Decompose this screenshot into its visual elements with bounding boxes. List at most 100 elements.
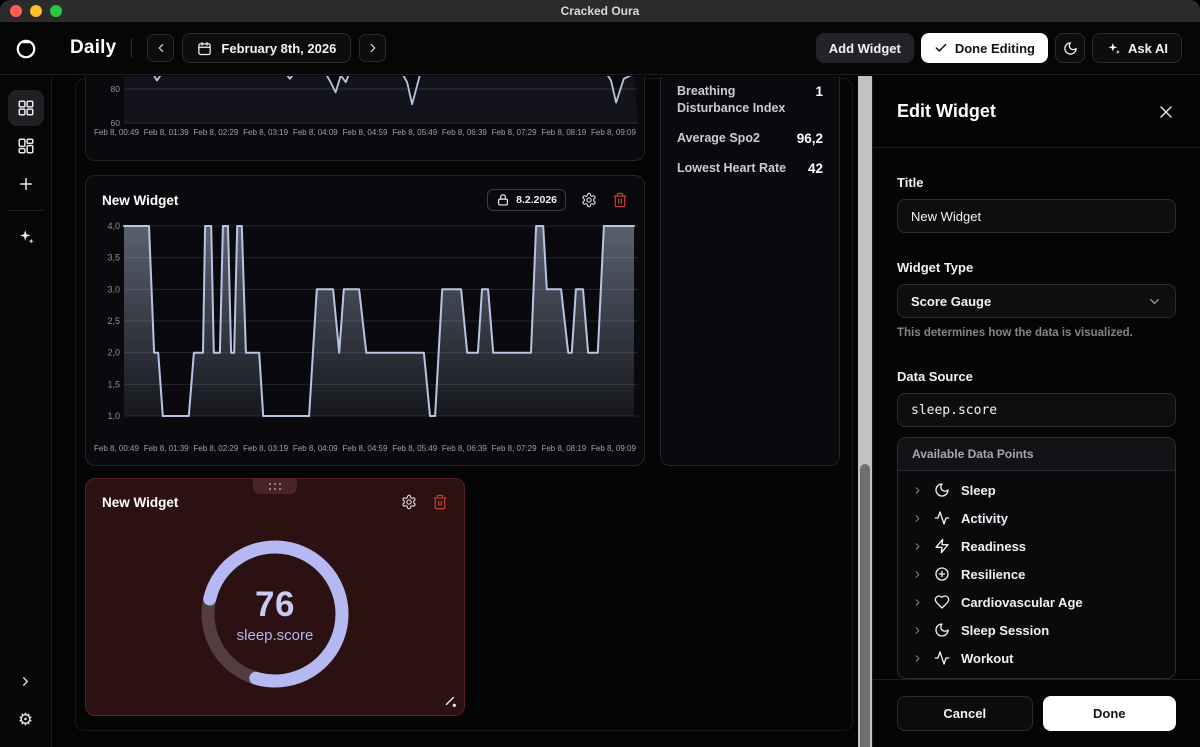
- data-points-header: Available Data Points: [898, 438, 1175, 471]
- sleep-stage-x-axis: Feb 8, 00:49Feb 8, 01:39Feb 8, 02:29Feb …: [94, 444, 636, 453]
- gauge-metric-label: sleep.score: [237, 627, 314, 644]
- chevron-right-icon: [912, 513, 923, 524]
- x-tick-label: Feb 8, 04:09: [293, 444, 338, 453]
- sidebar-collapse-button[interactable]: [8, 663, 44, 699]
- heart-rate-x-axis: Feb 8, 00:49Feb 8, 01:39Feb 8, 02:29Feb …: [94, 128, 636, 137]
- svg-text:4,0: 4,0: [107, 221, 120, 231]
- main-scrollbar-track[interactable]: [858, 76, 872, 747]
- heart-rate-chart: 8060: [94, 76, 636, 128]
- data-source-input[interactable]: [897, 393, 1176, 427]
- x-tick-label: Feb 8, 03:19: [243, 444, 288, 453]
- lock-date-label: 8.2.2026: [516, 194, 557, 206]
- close-window-button[interactable]: [10, 5, 22, 17]
- next-day-button[interactable]: [359, 34, 386, 62]
- app-window: Cracked Oura Daily February 8th, 2026 Ad…: [0, 0, 1200, 747]
- x-tick-label: Feb 8, 09:09: [591, 444, 636, 453]
- chevron-right-icon: [18, 674, 33, 689]
- score-gauge-widget-selected[interactable]: New Widget 76 sleep.score: [85, 478, 465, 716]
- window-title: Cracked Oura: [561, 4, 640, 18]
- widget-type-select[interactable]: Score Gauge: [897, 284, 1176, 318]
- zap-icon: [934, 538, 950, 554]
- x-tick-label: Feb 8, 03:19: [243, 128, 288, 137]
- x-tick-label: Feb 8, 04:59: [343, 444, 388, 453]
- drag-handle[interactable]: [253, 479, 297, 494]
- sleep-stats-widget[interactable]: Breathing Disturbance Index1 Average Spo2…: [660, 76, 840, 466]
- title-field-label: Title: [897, 175, 1176, 190]
- data-point-item-cardiovascular-age[interactable]: Cardiovascular Age: [898, 588, 1175, 616]
- svg-text:1,5: 1,5: [107, 379, 120, 389]
- gear-icon: ⚙: [18, 711, 33, 728]
- drag-dots-icon: [268, 482, 282, 491]
- data-point-item-workout[interactable]: Workout: [898, 644, 1175, 672]
- widget-title: New Widget: [102, 495, 178, 510]
- lock-date-badge[interactable]: 8.2.2026: [487, 189, 566, 211]
- widget-type-help: This determines how the data is visualiz…: [897, 327, 1176, 339]
- done-editing-label: Done Editing: [955, 41, 1035, 56]
- chevron-right-icon: [912, 597, 923, 608]
- dashboard-canvas: 8060 Feb 8, 00:49Feb 8, 01:39Feb 8, 02:2…: [52, 76, 858, 747]
- widget-delete-button[interactable]: [612, 192, 628, 208]
- add-widget-button[interactable]: Add Widget: [816, 33, 914, 63]
- activity-icon: [934, 510, 950, 526]
- ask-ai-button[interactable]: Ask AI: [1092, 33, 1182, 63]
- minimize-window-button[interactable]: [30, 5, 42, 17]
- widget-delete-button[interactable]: [432, 494, 448, 510]
- cancel-button[interactable]: Cancel: [897, 696, 1033, 731]
- moon-icon: [934, 622, 950, 638]
- sidebar-settings-button[interactable]: ⚙: [8, 701, 44, 737]
- chevron-right-icon: [366, 41, 380, 55]
- heart-rate-widget[interactable]: 8060 Feb 8, 00:49Feb 8, 01:39Feb 8, 02:2…: [85, 76, 645, 161]
- data-point-item-sleep[interactable]: Sleep: [898, 476, 1175, 504]
- layout-grid-icon: [17, 99, 35, 117]
- x-tick-label: Feb 8, 01:39: [144, 444, 189, 453]
- done-editing-button[interactable]: Done Editing: [921, 33, 1048, 63]
- oura-logo-icon: [14, 36, 38, 60]
- x-tick-label: Feb 8, 02:29: [193, 128, 238, 137]
- chevron-right-icon: [912, 569, 923, 580]
- close-panel-button[interactable]: [1156, 102, 1176, 122]
- widget-settings-button[interactable]: [581, 192, 597, 208]
- stats-list: Breathing Disturbance Index1 Average Spo2…: [661, 76, 839, 177]
- panel-heading: Edit Widget: [897, 101, 996, 122]
- widget-title: New Widget: [102, 193, 178, 208]
- x-tick-label: Feb 8, 00:49: [94, 128, 139, 137]
- widget-type-label: Widget Type: [897, 260, 1176, 275]
- main-scrollbar-thumb[interactable]: [860, 464, 870, 747]
- theme-toggle-button[interactable]: [1055, 33, 1085, 63]
- data-point-item-activity[interactable]: Activity: [898, 504, 1175, 532]
- resize-handle[interactable]: [444, 695, 459, 710]
- zoom-window-button[interactable]: [50, 5, 62, 17]
- x-tick-label: Feb 8, 08:19: [541, 444, 586, 453]
- prev-day-button[interactable]: [147, 34, 174, 62]
- sparkles-icon: [17, 228, 35, 246]
- sidebar-item-layout-dashboard[interactable]: [8, 128, 44, 164]
- stat-value: 96,2: [797, 130, 823, 147]
- gauge-value: 76: [255, 585, 295, 625]
- available-data-points: Available Data Points SleepActivityReadi…: [897, 437, 1176, 679]
- data-point-item-sleep-session[interactable]: Sleep Session: [898, 616, 1175, 644]
- sidebar-item-layout-grid[interactable]: [8, 90, 44, 126]
- sidebar-item-sparkles[interactable]: [8, 219, 44, 255]
- date-picker-button[interactable]: February 8th, 2026: [182, 33, 351, 63]
- heart-icon: [934, 594, 950, 610]
- stat-label: Average Spo2: [677, 130, 760, 147]
- chevron-right-icon: [912, 541, 923, 552]
- x-tick-label: Feb 8, 06:39: [442, 444, 487, 453]
- data-point-item-resilience[interactable]: Resilience: [898, 560, 1175, 588]
- stat-row: Breathing Disturbance Index1: [677, 83, 823, 117]
- lock-icon: [496, 193, 510, 207]
- done-button[interactable]: Done: [1043, 696, 1177, 731]
- svg-text:1,0: 1,0: [107, 411, 120, 421]
- plus-icon: [17, 175, 35, 193]
- data-point-item-readiness[interactable]: Readiness: [898, 532, 1175, 560]
- titlebar: Cracked Oura: [0, 0, 1200, 22]
- moon-icon: [934, 482, 950, 498]
- sidebar-item-plus[interactable]: [8, 166, 44, 202]
- chevron-right-icon: [912, 625, 923, 636]
- chevron-right-icon: [912, 653, 923, 664]
- score-gauge: 76 sleep.score: [195, 534, 355, 694]
- widget-settings-button[interactable]: [401, 494, 417, 510]
- page-title: Daily: [70, 37, 116, 59]
- title-input[interactable]: [897, 199, 1176, 233]
- sleep-stage-widget[interactable]: New Widget 8.2.2026 4,03,53,02,52,01,51,…: [85, 175, 645, 466]
